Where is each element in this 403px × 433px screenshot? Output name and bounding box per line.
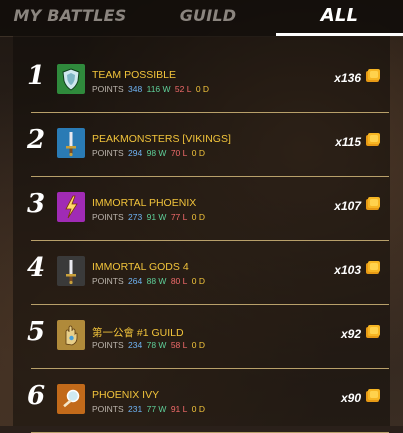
reward-amount: x90 [340, 391, 361, 405]
sword-icon [57, 128, 85, 158]
reward-amount: x103 [334, 263, 361, 277]
draws-value: 0 D [191, 148, 205, 158]
draws-value: 0 D [191, 212, 205, 222]
leaderboard-row[interactable]: 4 IMMORTAL GODS 4 POINTS 264 88 W 80 L 0… [13, 241, 390, 305]
points-label: POINTS [92, 404, 124, 414]
guild-name[interactable]: IMMORTAL GODS 4 [92, 261, 189, 273]
losses-value: 80 L [170, 276, 188, 286]
points-label: POINTS [92, 340, 124, 350]
reward-amount: x115 [335, 135, 361, 149]
guild-stats: POINTS 294 98 W 70 L 0 D [92, 148, 207, 158]
leaderboard-row[interactable]: 5 第一公會 #1 GUILD POINTS 234 78 W 58 L 0 D… [13, 305, 390, 369]
draws-value: 0 D [191, 276, 205, 286]
guild-stats: POINTS 348 116 W 52 L 0 D [92, 84, 211, 94]
losses-value: 52 L [174, 84, 192, 94]
wins-value: 91 W [146, 212, 167, 222]
points-value: 273 [128, 212, 143, 222]
points-value: 294 [128, 148, 143, 158]
shield-icon [57, 64, 85, 94]
reward-icon [365, 388, 381, 404]
wins-value: 77 W [146, 404, 167, 414]
rank-number: 4 [26, 253, 46, 283]
leaderboard-row[interactable]: 6 PHOENIX IVY POINTS 231 77 W 91 L 0 D x… [13, 369, 390, 433]
points-label: POINTS [92, 84, 124, 94]
points-value: 234 [128, 340, 143, 350]
guild-name[interactable]: 第一公會 #1 GUILD [92, 325, 184, 340]
reward-amount: x107 [334, 199, 361, 213]
reward-icon [365, 68, 381, 84]
magnifier-icon [57, 384, 85, 414]
points-value: 264 [128, 276, 143, 286]
reward-icon [365, 132, 381, 148]
guild-name[interactable]: PEAKMONSTERS [VIKINGS] [92, 133, 231, 145]
points-label: POINTS [92, 212, 124, 222]
reward-amount: x136 [334, 71, 361, 85]
rank-number: 1 [26, 61, 46, 91]
draws-value: 0 D [191, 404, 205, 414]
guild-stats: POINTS 264 88 W 80 L 0 D [92, 276, 207, 286]
points-value: 348 [128, 84, 143, 94]
wins-value: 98 W [146, 148, 167, 158]
rank-number: 3 [26, 189, 46, 219]
tab-guild[interactable]: GUILD [140, 0, 276, 34]
guild-stats: POINTS 234 78 W 58 L 0 D [92, 340, 207, 350]
reward-icon [365, 324, 381, 340]
guild-name[interactable]: PHOENIX IVY [92, 389, 159, 401]
tab-all[interactable]: ALL [276, 0, 403, 34]
losses-value: 70 L [170, 148, 188, 158]
sword-icon [57, 256, 85, 286]
points-label: POINTS [92, 276, 124, 286]
points-value: 231 [128, 404, 143, 414]
hand-icon [57, 320, 85, 350]
losses-value: 58 L [170, 340, 188, 350]
wins-value: 78 W [146, 340, 167, 350]
guild-stats: POINTS 273 91 W 77 L 0 D [92, 212, 207, 222]
guild-name[interactable]: TEAM POSSIBLE [92, 69, 176, 81]
rank-number: 5 [26, 317, 46, 347]
wins-value: 116 W [146, 84, 171, 94]
lightning-icon [57, 192, 85, 222]
tab-my-battles[interactable]: MY BATTLES [0, 0, 140, 34]
guild-stats: POINTS 231 77 W 91 L 0 D [92, 404, 207, 414]
guild-name[interactable]: IMMORTAL PHOENIX [92, 197, 196, 209]
losses-value: 77 L [170, 212, 188, 222]
reward-icon [365, 196, 381, 212]
losses-value: 91 L [170, 404, 188, 414]
leaderboard-row[interactable]: 1 TEAM POSSIBLE POINTS 348 116 W 52 L 0 … [13, 49, 390, 113]
leaderboard-row[interactable]: 2 PEAKMONSTERS [VIKINGS] POINTS 294 98 W… [13, 113, 390, 177]
draws-value: 0 D [195, 84, 210, 94]
reward-icon [365, 260, 381, 276]
draws-value: 0 D [191, 340, 205, 350]
points-label: POINTS [92, 148, 124, 158]
wins-value: 88 W [146, 276, 167, 286]
rank-number: 6 [26, 381, 46, 411]
tab-bar: MY BATTLES GUILD ALL [0, 0, 403, 37]
rank-number: 2 [26, 125, 46, 155]
reward-amount: x92 [340, 327, 361, 341]
leaderboard-row[interactable]: 3 IMMORTAL PHOENIX POINTS 273 91 W 77 L … [13, 177, 390, 241]
